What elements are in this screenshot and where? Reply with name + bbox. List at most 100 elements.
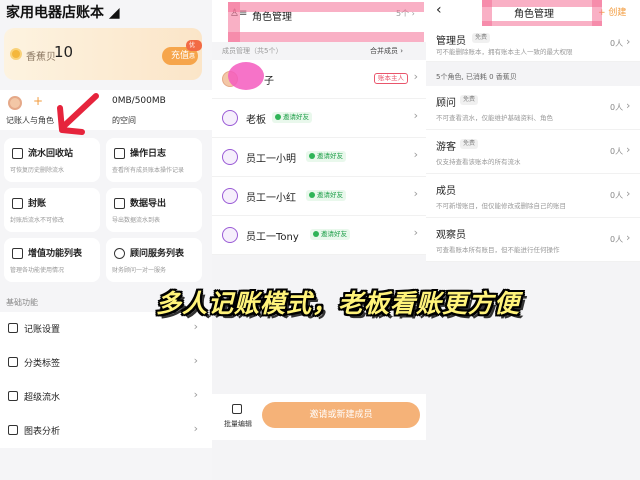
close-account-card[interactable]: 封账 封账后流水不可修改 — [4, 188, 100, 232]
chevron-right-icon: › — [626, 143, 631, 156]
chevron-right-icon: › — [626, 231, 631, 244]
card-subtitle: 财务顾问一对一服务 — [112, 267, 167, 274]
operation-log-card[interactable]: 操作日志 查看所有成员账本操作记录 — [106, 138, 202, 182]
member-name: 员工一Tony — [246, 232, 299, 243]
create-button[interactable]: + 创建 — [598, 5, 626, 18]
chevron-right-icon: › — [193, 388, 198, 401]
back-button[interactable]: ‹ — [436, 2, 442, 18]
members-header: 成员管理（共5个） — [222, 47, 283, 55]
merge-members-link[interactable]: 合并成员 › — [370, 46, 403, 56]
free-tag: 免费 — [460, 95, 479, 105]
user-icon — [222, 188, 238, 204]
member-row[interactable]: 员工一小红 邀请好友 › — [212, 177, 426, 216]
user-icon — [222, 149, 238, 165]
member-name: 员工一小红 — [246, 193, 296, 204]
role-detail-panel: ‹ 角色管理 + 创建 管理员 免费 可不能删除账本，拥有账本主人一致的最大权限… — [426, 0, 640, 480]
invite-friend-badge[interactable]: 邀请好友 — [272, 112, 312, 123]
advisor-icon — [114, 248, 125, 259]
recycle-bin-icon — [12, 148, 23, 159]
role-member-count: 0人 — [610, 103, 624, 112]
role-member-count: 0人 — [610, 147, 624, 156]
role-row-observer[interactable]: 观察员 可查看账本所有账目，但不能进行任何操作 0人 › — [426, 218, 640, 262]
export-icon — [114, 198, 125, 209]
role-summary: 5个角色, 已消耗 0 香蕉贝 — [436, 73, 517, 81]
user-icon — [222, 110, 238, 126]
feature-list: 记账设置 › 分类标签 › 超级流水 › 图表分析 › — [0, 312, 212, 448]
card-title: 增值功能列表 — [28, 249, 83, 259]
card-title: 流水回收站 — [28, 149, 74, 159]
free-tag: 免费 — [460, 139, 479, 149]
role-row-visitor[interactable]: 游客 免费 仅支持查看该账本的所有流水 0人 › — [426, 130, 640, 174]
role-name: 观察员 — [436, 230, 466, 241]
card-subtitle: 查看所有成员账本操作记录 — [112, 167, 185, 174]
invite-friend-badge[interactable]: 邀请好友 — [310, 229, 350, 240]
storage-usage: 0MB/500MB — [112, 96, 166, 106]
card-subtitle: 封账后流水不可修改 — [10, 217, 65, 224]
value-added-card[interactable]: 增值功能列表 管理各功能使用情况 — [4, 238, 100, 282]
feature-label: 分类标签 — [24, 359, 61, 369]
add-member-icon[interactable]: + — [33, 94, 43, 108]
invite-friend-badge[interactable]: 邀请好友 — [306, 151, 346, 162]
chevron-right-icon: › — [626, 99, 631, 112]
tag-icon — [8, 357, 18, 367]
caption-part-1: 多人记账模式， — [156, 289, 339, 318]
red-arrow-icon — [57, 93, 99, 135]
invite-or-create-button[interactable]: 邀请或新建成员 — [262, 402, 420, 428]
pink-highlight — [228, 2, 424, 12]
member-name: 子 — [264, 76, 274, 87]
feature-chart-analysis[interactable]: 图表分析 › — [0, 414, 212, 448]
member-name: 员工一小明 — [246, 154, 296, 165]
promo-caption: 多人记账模式，老板看账更方便 — [156, 284, 520, 320]
ledger-title[interactable]: 家用电器店账本 ◢ — [6, 2, 120, 22]
member-role-label[interactable]: 记账人与角色 — [6, 115, 54, 126]
member-row[interactable]: 老板 邀请好友 › — [212, 99, 426, 138]
data-export-card[interactable]: 数据导出 导出数据流水到表 — [106, 188, 202, 232]
settings-icon — [8, 323, 18, 333]
member-row[interactable]: 子 账本主人 › — [212, 60, 426, 99]
pink-highlight — [228, 32, 424, 42]
lock-icon — [12, 198, 23, 209]
ledger-title-text: 家用电器店账本 — [6, 5, 104, 21]
chevron-right-icon: › — [193, 320, 198, 333]
corner-icon: ◢ — [108, 5, 120, 21]
owner-badge: 账本主人 — [374, 73, 408, 84]
chevron-right-icon: › — [193, 422, 198, 435]
section-title: 基础功能 — [6, 298, 38, 307]
member-management-panel: ♙≡ 角色管理 5个 › 成员管理（共5个） 合并成员 › 子 账本主人 › 老… — [212, 0, 426, 480]
member-row[interactable]: 员工一Tony 邀请好友 › — [212, 216, 426, 255]
role-list: 顾问 免费 不可查看流水，仅能维护基础资料、角色 0人 › 游客 免费 仅支持查… — [426, 86, 640, 262]
card-title: 顾问服务列表 — [130, 249, 185, 259]
batch-edit-button[interactable]: 批量编辑 — [224, 419, 252, 429]
feature-label: 超级流水 — [24, 393, 61, 403]
promo-badge: 优惠 — [186, 40, 202, 60]
chevron-right-icon: › — [626, 35, 631, 48]
coin-card: 香蕉贝 10 充值 优惠 — [4, 28, 202, 80]
invite-friend-badge[interactable]: 邀请好友 — [306, 190, 346, 201]
role-row-advisor[interactable]: 顾问 免费 不可查看流水，仅能维护基础资料、角色 0人 › — [426, 86, 640, 130]
role-description: 可查看账本所有账目，但不能进行任何操作 — [436, 246, 560, 254]
member-row[interactable]: 员工一小明 邀请好友 › — [212, 138, 426, 177]
feature-category-tags[interactable]: 分类标签 › — [0, 346, 212, 380]
avatar[interactable] — [8, 96, 22, 110]
chevron-right-icon: › — [193, 354, 198, 367]
edit-icon[interactable] — [232, 404, 242, 414]
chevron-right-icon: › — [626, 187, 631, 200]
role-row-member[interactable]: 成员 不可新增账目，但仅能修改或删除自己的账目 0人 › — [426, 174, 640, 218]
free-tag: 免费 — [472, 33, 491, 43]
role-description: 仅支持查看该账本的所有流水 — [436, 158, 521, 166]
role-member-count: 0人 — [610, 39, 624, 48]
feature-label: 图表分析 — [24, 427, 61, 437]
feature-super-flow[interactable]: 超级流水 › — [0, 380, 212, 414]
space-label: 的空间 — [112, 116, 136, 125]
chevron-right-icon: › — [413, 109, 418, 122]
member-list: 子 账本主人 › 老板 邀请好友 › 员工一小明 邀请好友 › 员工一小红 邀请… — [212, 60, 426, 255]
coin-label: 香蕉贝 — [26, 52, 56, 63]
log-icon — [114, 148, 125, 159]
role-row-admin[interactable]: 管理员 免费 可不能删除账本，拥有账本主人一致的最大权限 0人 › — [426, 26, 640, 62]
recycle-bin-card[interactable]: 流水回收站 可恢复历史删除流水 — [4, 138, 100, 182]
page-title: 角色管理 — [514, 9, 554, 20]
advisor-service-card[interactable]: 顾问服务列表 财务顾问一对一服务 — [106, 238, 202, 282]
role-member-count: 0人 — [610, 235, 624, 244]
chart-icon — [8, 425, 18, 435]
card-subtitle: 管理各功能使用情况 — [10, 267, 65, 274]
